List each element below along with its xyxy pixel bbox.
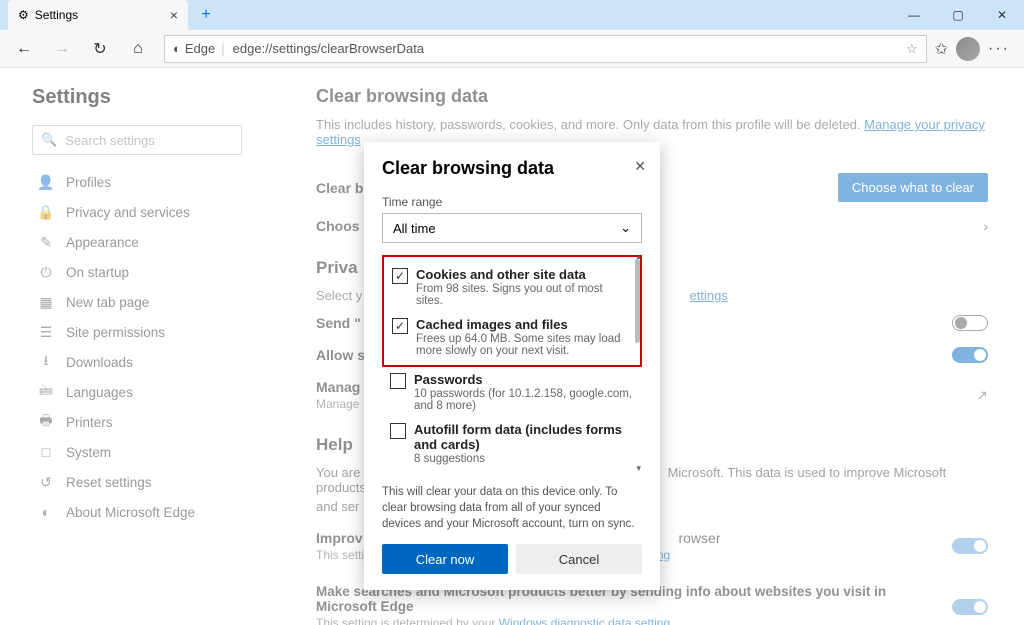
checkbox-checked-icon[interactable]: ✓: [392, 268, 408, 284]
dialog-note: This will clear your data on this device…: [382, 484, 642, 532]
turn-on-sync-link[interactable]: turn on sync: [569, 518, 632, 530]
titlebar: ⚙ Settings × + — ▢ ✕: [0, 0, 1024, 30]
tab-title: Settings: [35, 8, 78, 22]
back-button[interactable]: ←: [6, 33, 42, 65]
scheme-label: ◐ Edge: [173, 41, 215, 56]
scrollbar-thumb[interactable]: [635, 259, 640, 343]
forward-button[interactable]: →: [44, 33, 80, 65]
autofill-checkbox-row[interactable]: ✓ Autofill form data (includes forms and…: [382, 417, 642, 470]
address-bar: ← → ↻ ⌂ ◐ Edge | edge://settings/clearBr…: [0, 30, 1024, 68]
clear-browsing-data-dialog: ✕ Clear browsing data Time range All tim…: [364, 142, 660, 590]
maximize-button[interactable]: ▢: [936, 0, 980, 30]
browser-tab[interactable]: ⚙ Settings ×: [8, 0, 188, 30]
close-window-button[interactable]: ✕: [980, 0, 1024, 30]
profile-avatar[interactable]: [956, 37, 980, 61]
menu-icon[interactable]: ···: [988, 40, 1010, 58]
checkbox-checked-icon[interactable]: ✓: [392, 318, 408, 334]
chevron-down-icon: ⌄: [620, 220, 631, 236]
time-range-label: Time range: [382, 195, 642, 209]
dialog-close-button[interactable]: ✕: [634, 158, 646, 175]
gear-icon: ⚙: [18, 8, 29, 22]
minimize-button[interactable]: —: [892, 0, 936, 30]
scroll-up-icon[interactable]: ▴: [636, 251, 641, 262]
favorite-icon[interactable]: ☆: [906, 41, 918, 57]
cookies-checkbox-row[interactable]: ✓ Cookies and other site data From 98 si…: [390, 263, 634, 313]
checkbox-unchecked-icon[interactable]: ✓: [390, 373, 406, 389]
scroll-down-icon[interactable]: ▾: [636, 463, 641, 474]
time-range-dropdown[interactable]: All time ⌄: [382, 213, 642, 243]
new-tab-button[interactable]: +: [192, 1, 220, 29]
dialog-title: Clear browsing data: [382, 158, 642, 179]
checkbox-unchecked-icon[interactable]: ✓: [390, 423, 406, 439]
cache-checkbox-row[interactable]: ✓ Cached images and files Frees up 64.0 …: [390, 313, 634, 363]
favorites-icon[interactable]: ✩: [935, 39, 948, 59]
refresh-button[interactable]: ↻: [82, 33, 118, 65]
window-controls: — ▢ ✕: [892, 0, 1024, 30]
passwords-checkbox-row[interactable]: ✓ Passwords 10 passwords (for 10.1.2.158…: [382, 367, 642, 417]
home-button[interactable]: ⌂: [120, 33, 156, 65]
cancel-button[interactable]: Cancel: [516, 544, 642, 574]
edge-icon: ◐: [173, 41, 181, 56]
close-tab-icon[interactable]: ×: [170, 7, 178, 23]
address-input[interactable]: ◐ Edge | edge://settings/clearBrowserDat…: [164, 35, 927, 63]
clear-now-button[interactable]: Clear now: [382, 544, 508, 574]
highlighted-items: ✓ Cookies and other site data From 98 si…: [382, 255, 642, 367]
url-text: edge://settings/clearBrowserData: [233, 41, 424, 56]
